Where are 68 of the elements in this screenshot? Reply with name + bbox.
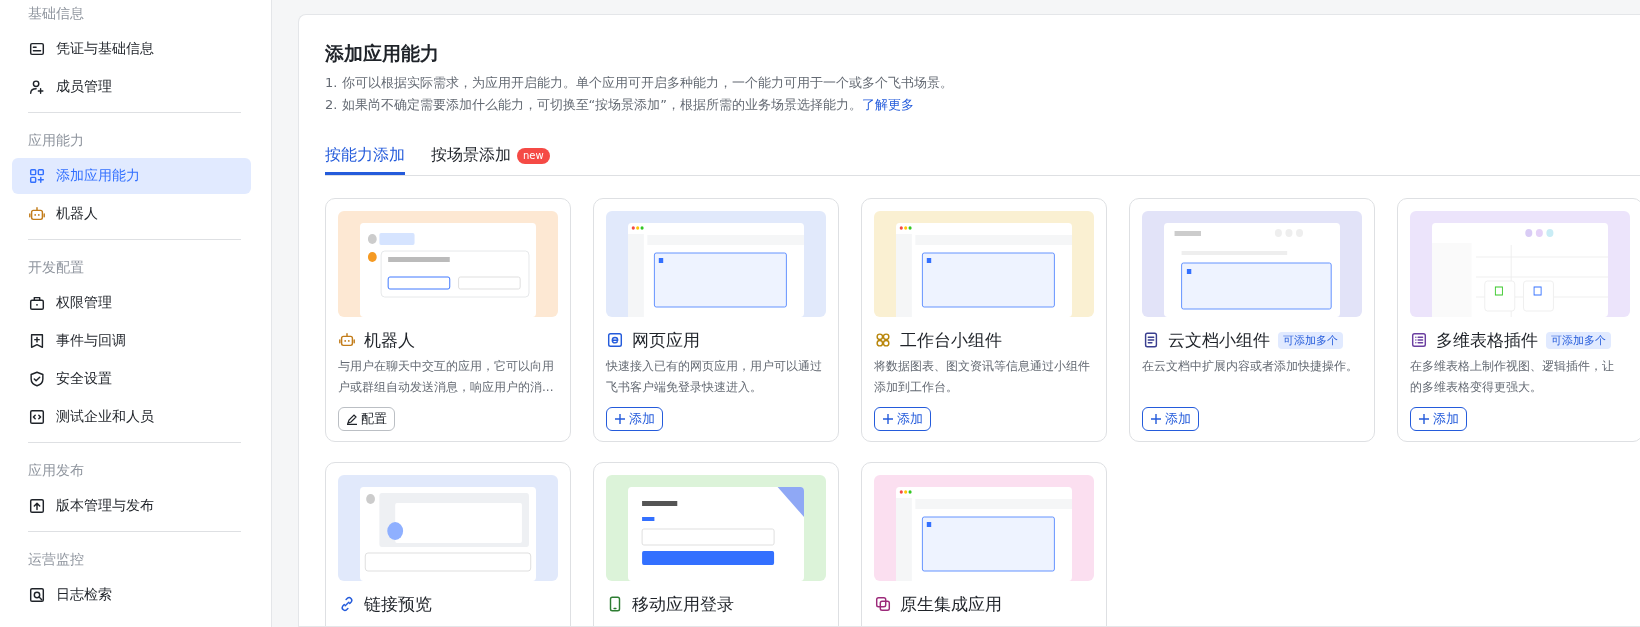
four-leaf-icon	[874, 331, 892, 349]
sidebar-item[interactable]: 测试企业和人员	[12, 399, 251, 435]
card-title: 多维表格插件	[1436, 328, 1538, 352]
sidebar-item[interactable]: 权限管理	[12, 285, 251, 321]
id-card-icon	[28, 40, 46, 58]
card-title: 链接预览	[364, 592, 432, 616]
sidebar-item[interactable]: 事件与回调	[12, 323, 251, 359]
add-button[interactable]: 添加	[1142, 407, 1199, 431]
tab[interactable]: 按能力添加	[325, 135, 405, 175]
section-heading: 应用能力	[27, 131, 85, 150]
section-heading: 应用发布	[27, 461, 85, 480]
plus-icon	[1150, 413, 1162, 425]
pencil-icon	[346, 413, 358, 425]
card-description-line: 将数据图表、图文资讯等信息通过小组件	[874, 358, 1091, 375]
card-title: 原生集成应用	[900, 592, 1002, 616]
plus-icon	[1418, 413, 1430, 425]
list-icon	[1410, 331, 1428, 349]
bookmark-plus-icon	[28, 332, 46, 350]
briefcase-icon	[28, 294, 46, 312]
configure-button[interactable]: 配置	[338, 407, 395, 431]
card-title: 工作台小组件	[900, 328, 1002, 352]
sidebar-item[interactable]: 安全设置	[12, 361, 251, 397]
tab[interactable]: 按场景添加 new	[431, 135, 550, 175]
card-description-line: 与用户在聊天中交互的应用，它可以向用	[338, 358, 555, 375]
card-title: 机器人	[364, 328, 415, 352]
document-icon	[1142, 331, 1160, 349]
code-icon	[28, 408, 46, 426]
multiple-badge: 可添加多个	[1278, 331, 1343, 349]
squares-icon	[874, 595, 892, 613]
instruction-text: 1. 你可以根据实际需求，为应用开启能力。单个应用可开启多种能力，一个能力可用于一个或多个飞书场景。	[325, 74, 954, 92]
card-title: 网页应用	[632, 328, 700, 352]
shield-icon	[28, 370, 46, 388]
add-button[interactable]: 添加	[606, 407, 663, 431]
plus-icon	[882, 413, 894, 425]
learn-more-link[interactable]: 了解更多	[862, 97, 914, 112]
card-description-line: 户或群组自动发送消息，响应用户的消...	[338, 379, 555, 396]
robot-icon	[338, 331, 356, 349]
new-badge: new	[517, 147, 550, 164]
add-button[interactable]: 添加	[1410, 407, 1467, 431]
robot-icon	[28, 205, 46, 223]
sidebar-item[interactable]: 凭证与基础信息	[12, 31, 251, 67]
log-search-icon	[28, 586, 46, 604]
card-description-line: 在云文档中扩展内容或者添加快捷操作。	[1142, 358, 1359, 375]
sidebar-item[interactable]: 添加应用能力	[12, 158, 251, 194]
card-description-line: 添加到工作台。	[874, 379, 959, 396]
section-heading: 开发配置	[27, 258, 85, 277]
card-description-line: 的多维表格变得更强大。	[1410, 379, 1543, 396]
sidebar-item[interactable]: 成员管理	[12, 69, 251, 105]
upload-icon	[28, 497, 46, 515]
section-heading: 基础信息	[27, 4, 85, 23]
user-plus-icon	[28, 78, 46, 96]
card-description-line: 在多维表格上制作视图、逻辑插件，让	[1410, 358, 1615, 375]
card-title: 移动应用登录	[632, 592, 734, 616]
sidebar-item[interactable]: 机器人	[12, 196, 251, 232]
grid-plus-icon	[28, 167, 46, 185]
card-title: 云文档小组件	[1168, 328, 1270, 352]
card-description-line: 快速接入已有的网页应用，用户可以通过	[606, 358, 823, 375]
card-description-line: 飞书客户端免登录快速进入。	[606, 379, 763, 396]
add-button[interactable]: 添加	[874, 407, 931, 431]
link-icon	[338, 595, 356, 613]
section-heading: 运营监控	[27, 550, 85, 569]
page-title: 添加应用能力	[325, 41, 440, 66]
instruction-text: 2. 如果尚不确定需要添加什么能力，可切换至“按场景添加”，根据所需的业务场景选择能力。了解更多	[325, 96, 915, 114]
web-icon	[606, 331, 624, 349]
sidebar-item[interactable]: 日志检索	[12, 577, 251, 613]
multiple-badge: 可添加多个	[1546, 331, 1611, 349]
plus-icon	[614, 413, 626, 425]
sidebar-item[interactable]: 版本管理与发布	[12, 488, 251, 524]
